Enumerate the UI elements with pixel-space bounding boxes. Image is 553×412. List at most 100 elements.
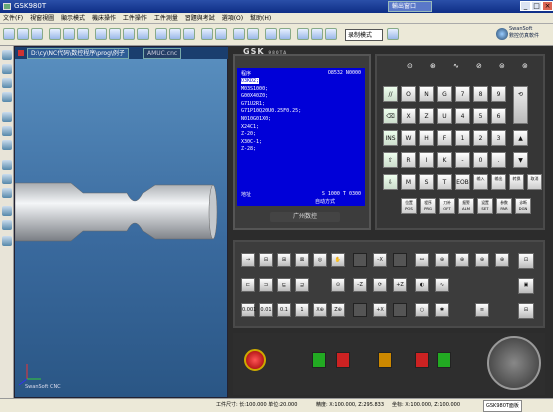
side-tool-icon[interactable] <box>2 64 12 74</box>
key-down[interactable]: ⇩ <box>383 174 398 190</box>
dry-run-button[interactable]: ⊑ <box>277 278 291 292</box>
key-1[interactable]: 1 <box>455 130 470 146</box>
coolant-icon[interactable] <box>247 28 259 40</box>
key-delete[interactable]: ⌫ <box>383 108 398 124</box>
rotate-icon[interactable] <box>137 28 149 40</box>
step-1-button[interactable]: 1 <box>295 303 309 317</box>
3d-viewport[interactable]: D:\cy\NC代码\数控程序\prog\例子 AMUC.cnc SwanSof… <box>14 46 228 398</box>
key-G[interactable]: G <box>437 86 452 102</box>
tab-program[interactable]: D:\cy\NC代码\数控程序\prog\例子 <box>27 48 129 59</box>
key-M[interactable]: M <box>401 174 416 190</box>
camera-icon[interactable] <box>387 28 399 40</box>
power-off-button[interactable] <box>415 352 429 368</box>
zoom-out-icon[interactable] <box>109 28 121 40</box>
feed-hold-button[interactable]: ∿ <box>435 278 449 292</box>
key-9[interactable]: 9 <box>491 86 506 102</box>
key-output[interactable]: 输出 <box>491 174 506 190</box>
mode-select[interactable]: 录制模式 <box>345 29 383 41</box>
key-change[interactable]: 转换 <box>509 174 524 190</box>
feed-override-button[interactable]: ✱ <box>435 303 449 317</box>
measure-icon[interactable] <box>215 28 227 40</box>
side-tool-icon[interactable] <box>2 50 12 60</box>
handwheel-x-button[interactable]: X⊕ <box>313 303 327 317</box>
light-icon[interactable] <box>279 28 291 40</box>
cut-icon[interactable] <box>233 28 245 40</box>
spindle-orange-button[interactable] <box>378 352 392 368</box>
key-6[interactable]: 6 <box>491 108 506 124</box>
key-cancel[interactable]: 取消 <box>527 174 542 190</box>
key-5[interactable]: 5 <box>473 108 488 124</box>
key-par[interactable]: 参数 PAR <box>496 198 512 214</box>
transparent-icon[interactable] <box>201 28 213 40</box>
auto-mode-button[interactable]: ⊟ <box>259 253 273 267</box>
key-4[interactable]: 4 <box>455 108 470 124</box>
feed-hold-red-button[interactable] <box>336 352 350 368</box>
spindle-override-button[interactable]: ◐ <box>415 278 429 292</box>
key-H[interactable]: H <box>419 130 434 146</box>
key-K[interactable]: K <box>437 152 452 168</box>
menu-measure[interactable]: 工件測量 <box>154 15 178 22</box>
save-icon[interactable] <box>31 28 43 40</box>
side-tool-icon[interactable] <box>2 206 12 216</box>
key-input[interactable]: 输入 <box>473 174 488 190</box>
key-0[interactable]: 0 <box>473 152 488 168</box>
view-side-icon[interactable] <box>183 28 195 40</box>
jog-minus-x-button[interactable]: –X <box>373 253 387 267</box>
spindle-cw-button[interactable]: ⊕ <box>455 253 469 267</box>
key-I[interactable]: I <box>419 152 434 168</box>
key-8[interactable]: 8 <box>473 86 488 102</box>
maximize-button[interactable]: □ <box>531 1 542 11</box>
tool-change-button[interactable]: ⊡ <box>518 253 534 269</box>
mdi-mode-button[interactable]: ⊞ <box>277 253 291 267</box>
key-2[interactable]: 2 <box>473 130 488 146</box>
handwheel[interactable] <box>487 336 541 390</box>
menu-view[interactable]: 視窗視圖 <box>30 15 54 22</box>
key-3[interactable]: 3 <box>491 130 506 146</box>
handwheel-z-button[interactable]: Z⊕ <box>331 303 345 317</box>
minimize-button[interactable]: _ <box>520 1 531 11</box>
side-tool-icon[interactable] <box>2 236 12 246</box>
open-icon[interactable] <box>17 28 29 40</box>
tab-file[interactable]: AMUC.cnc <box>143 48 182 59</box>
step-0001-button[interactable]: 0.001 <box>241 303 256 317</box>
stop-icon[interactable] <box>325 28 337 40</box>
key-T[interactable]: T <box>437 174 452 190</box>
menu-help[interactable]: 幫助(H) <box>250 15 271 22</box>
key-page-up[interactable]: ▲ <box>513 130 528 146</box>
new-icon[interactable] <box>3 28 15 40</box>
play-icon[interactable] <box>311 28 323 40</box>
edit-mode-button[interactable]: → <box>241 253 255 267</box>
menu-workpiece[interactable]: 工件操作 <box>123 15 147 22</box>
output-window-chip[interactable]: 輸出窗口 <box>388 1 432 12</box>
side-tool-icon[interactable] <box>2 140 12 150</box>
tool-icon[interactable] <box>49 28 61 40</box>
key-W[interactable]: W <box>401 130 416 146</box>
lube-button[interactable]: ⊕ <box>435 253 449 267</box>
view-front-icon[interactable] <box>155 28 167 40</box>
key-set[interactable]: 设置 SET <box>477 198 493 214</box>
key-O[interactable]: O <box>401 86 416 102</box>
coolant-button[interactable]: ⚯ <box>415 253 429 267</box>
side-tool-icon[interactable] <box>2 92 12 102</box>
menu-machine[interactable]: 機床操作 <box>92 15 116 22</box>
key-up[interactable]: ⇧ <box>383 152 398 168</box>
key-page-down[interactable]: ▼ <box>513 152 528 168</box>
power-on-button[interactable] <box>437 352 451 368</box>
tab-close-icon[interactable] <box>18 50 24 56</box>
key-7[interactable]: 7 <box>455 86 470 102</box>
jog-mode-button[interactable]: ✋ <box>331 253 345 267</box>
step-001-button[interactable]: 0.01 <box>259 303 273 317</box>
menu-exercise[interactable]: 習題與考試 <box>185 15 215 22</box>
cycle-start-button[interactable]: ▣ <box>518 278 534 294</box>
fixture-icon[interactable] <box>77 28 89 40</box>
block-skip-button[interactable]: ⊐ <box>259 278 273 292</box>
key-oft[interactable]: 刀补 OFT <box>439 198 455 214</box>
key-dgn[interactable]: 诊断 DGN <box>515 198 531 214</box>
view-top-icon[interactable] <box>169 28 181 40</box>
close-button[interactable]: × <box>542 1 553 11</box>
side-tool-icon[interactable] <box>2 160 12 170</box>
side-tool-icon[interactable] <box>2 220 12 230</box>
side-tool-icon[interactable] <box>2 126 12 136</box>
key-F[interactable]: F <box>437 130 452 146</box>
key-pos[interactable]: 位置 POS <box>401 198 417 214</box>
